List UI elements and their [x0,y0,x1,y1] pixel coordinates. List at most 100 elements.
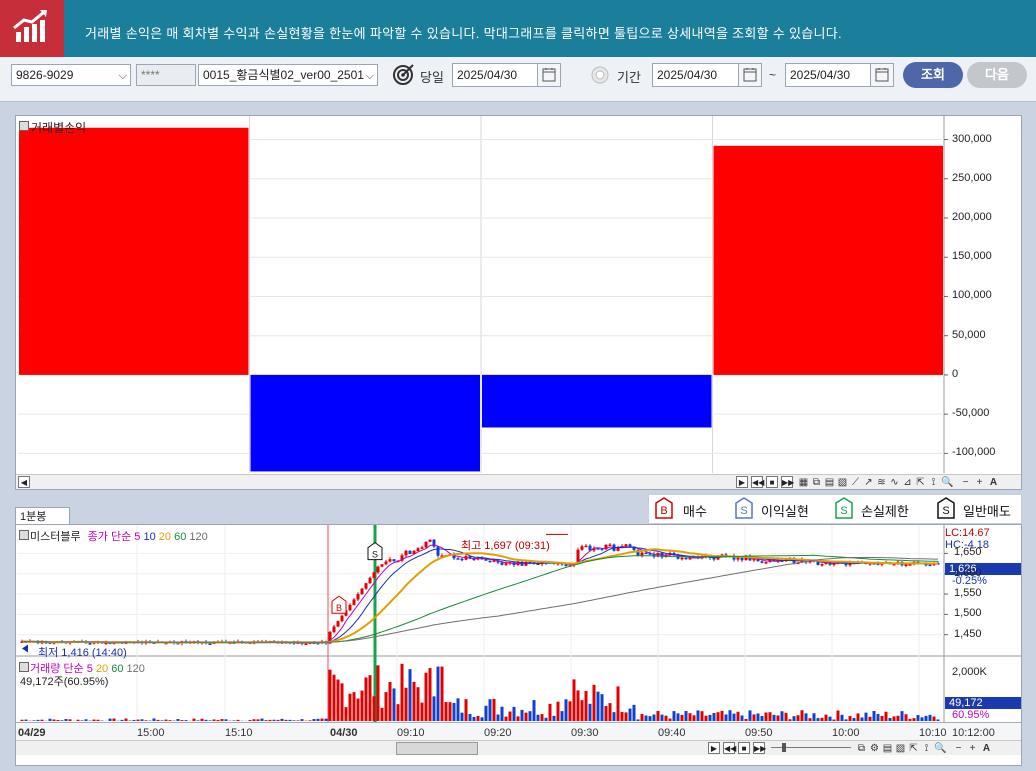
volume-bar [768,712,772,721]
auto-scale-icon[interactable]: A [981,743,992,754]
volume-bar [652,714,656,721]
volume-bar [616,686,620,721]
scroll-right-icon[interactable]: ▶ [736,476,748,488]
volume-bar [704,715,708,721]
volume-bar [804,713,808,721]
zoom-in-icon[interactable]: + [974,477,985,488]
volume-bar [372,696,376,721]
zoom-icon[interactable]: 🔍 [934,743,946,754]
calendar-icon[interactable] [738,64,761,86]
fibonacci-icon[interactable]: ≋ [876,477,887,488]
volume-bar [820,717,824,721]
volume-bar [748,710,752,721]
next-button[interactable]: 다음 [967,62,1027,88]
rewind-icon[interactable]: ◀◀ [751,476,764,488]
candle [488,560,492,563]
period-from-input[interactable]: 2025/04/30 [652,63,762,87]
zoom-out-icon[interactable]: − [953,743,964,754]
zoom-in-icon[interactable]: + [967,743,978,754]
volume-bar [224,719,228,721]
stop-icon[interactable]: ■ [738,742,750,754]
scroll-right-icon[interactable]: ▶ [708,742,720,754]
series-marker-icon [19,662,29,672]
candle [304,643,308,646]
indicator-icon[interactable]: ⟟ [928,477,939,488]
volume-bar [644,715,648,721]
volume-bar [344,707,348,721]
cursor-icon[interactable]: ⇱ [915,477,926,488]
candle [820,564,824,566]
volume-bar [680,714,684,721]
fast-forward-icon[interactable]: ▶▶ [753,742,766,754]
volume-bar [380,707,384,721]
vol-ma60-label: 60 [111,663,124,675]
volume-bar [612,712,616,721]
hatch-icon[interactable]: ▧ [895,743,906,754]
pnl-bar[interactable] [19,127,249,375]
draw-tool-icon[interactable]: ⟋ [850,477,861,488]
hatch-icon[interactable]: ▧ [837,477,848,488]
ma120-label: 120 [189,531,208,543]
volume-bar [256,719,260,721]
price-scrollbar[interactable]: ▶ ◀◀ ■ ▶▶ ⧉ ⚙ ▤ ▧ ⇱ ⟟ 🔍 − + A [16,740,1021,755]
volume-bar [76,719,80,721]
table-icon[interactable]: ▤ [824,477,835,488]
volume-bar [592,684,596,721]
pnl-bar[interactable] [713,145,944,375]
volume-bar [484,705,488,721]
volume-bar [904,714,908,721]
fast-forward-icon[interactable]: ▶▶ [781,476,794,488]
range-tilde: ~ [769,68,777,82]
strategy-select[interactable]: 0015_황금식별02_ver00_2501 ⌵ [198,64,378,86]
table-icon[interactable]: ▤ [882,743,893,754]
zoom-icon[interactable]: 🔍 [941,477,953,488]
scroll-thumb[interactable] [396,742,478,755]
candle [680,557,684,560]
settings-icon[interactable]: ⚙ [869,743,880,754]
stop-icon[interactable]: ■ [766,476,778,488]
calendar-icon[interactable] [537,64,560,86]
tab-1min[interactable]: 1분봉 [15,507,70,525]
volume-bar [348,693,352,721]
volume-bar [236,719,240,721]
period-label: 기간 [617,70,641,85]
period-to-input[interactable]: 2025/04/30 [785,63,894,87]
zoom-out-icon[interactable]: − [960,477,971,488]
today-date-input[interactable]: 2025/04/30 [452,63,561,87]
candle [408,550,412,554]
cursor-icon[interactable]: ⇱ [908,743,919,754]
pnl-bar[interactable] [250,374,481,472]
volume-bar [800,710,804,721]
volume-bar [600,694,604,721]
query-button[interactable]: 조회 [903,62,963,88]
volume-bar [636,719,640,721]
volume-bar [268,719,272,721]
volume-bar [32,720,36,721]
scroll-left-icon[interactable]: ◀ [18,476,30,488]
copy-icon[interactable]: ⧉ [811,477,822,488]
today-radio[interactable] [392,62,416,86]
pnl-scrollbar[interactable]: ◀ ▶ ◀◀ ■ ▶▶ ▦ ⧉ ▤ ▧ ⟋ ↗ ≋ ∿ ⊿ ⇱ ⟟ 🔍 − + … [16,474,1021,489]
wave-icon[interactable]: ∿ [889,477,900,488]
y-tick-label: 1,600 [954,566,982,579]
copy-icon[interactable]: ⧉ [856,743,867,754]
current-volume-tag: 49,172 [945,697,1021,709]
zoom-slider-handle[interactable] [782,743,786,752]
pnl-bar[interactable] [482,374,712,428]
calendar-icon[interactable] [870,64,893,86]
pnl-chart[interactable] [16,116,1021,476]
auto-scale-icon[interactable]: A [988,477,999,488]
ruler-icon[interactable]: ⊿ [902,477,913,488]
account-select[interactable]: 9826-9029 ⌵ [11,64,131,86]
rewind-icon[interactable]: ◀◀ [723,742,736,754]
volume-bar [816,718,820,721]
period-radio[interactable] [591,66,609,84]
stop-badge-icon: S [835,497,853,519]
today-date-value: 2025/04/30 [457,68,518,82]
volume-bar [872,711,876,721]
trend-icon[interactable]: ↗ [863,477,874,488]
volume-bar [620,711,624,721]
grid-icon[interactable]: ▦ [798,477,809,488]
password-field[interactable]: **** [136,64,196,86]
indicator-icon[interactable]: ⟟ [921,743,932,754]
